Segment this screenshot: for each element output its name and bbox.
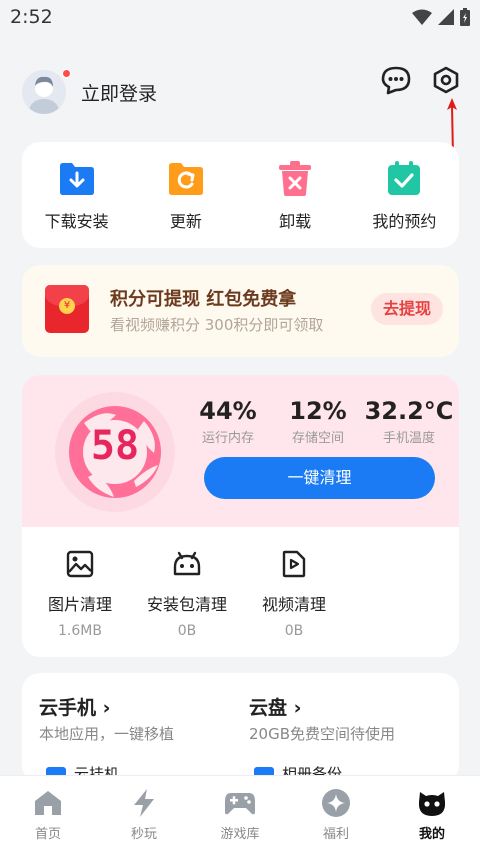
cloud-disk-subtitle: 20GB免费空间待使用 <box>249 725 396 743</box>
cloud-services-card: 云手机 › 本地应用，一键移植 云盘 › 20GB免费空间待使用 云挂机 相册备… <box>22 673 459 783</box>
phone-cleaner-card: 58 44% 运行内存 12% 存储空间 32.2°C 手机温度 一键清理 图片… <box>22 375 459 657</box>
stat-value: 44% <box>199 397 257 425</box>
gamepad-icon <box>195 788 285 818</box>
tab-mine[interactable]: 我的 <box>387 776 477 853</box>
cloud-phone-subtitle: 本地应用，一键移植 <box>39 725 175 743</box>
withdraw-button[interactable]: 去提现 <box>370 293 443 325</box>
clean-item-size: 1.6MB <box>58 623 102 639</box>
quick-action-label: 下载安装 <box>44 211 109 231</box>
tab-label: 秒玩 <box>130 827 157 842</box>
settings-hexagon-icon <box>433 66 459 94</box>
stat-label: 运行内存 <box>201 431 254 446</box>
quick-action-label: 我的预约 <box>372 211 437 231</box>
cloud-disk-link[interactable]: 云盘 › <box>249 693 301 720</box>
android-icon <box>137 549 237 579</box>
update-button[interactable]: 更新 <box>136 159 236 232</box>
quick-actions-card: 下载安装 更新 卸载 我的预约 <box>22 142 459 248</box>
coin-icon: ¥ <box>59 298 75 314</box>
download-install-button[interactable]: 下载安装 <box>27 159 127 232</box>
tab-label: 我的 <box>418 827 445 842</box>
signal-icon <box>438 9 454 25</box>
tab-label: 游戏库 <box>220 827 260 842</box>
stat-value: 12% <box>289 397 347 425</box>
tab-label: 福利 <box>322 827 349 842</box>
red-envelope-icon: ¥ <box>45 285 89 333</box>
user-avatar-icon <box>22 70 66 114</box>
apk-clean-item[interactable]: 安装包清理 0B <box>137 549 237 639</box>
storage-stat: 12% 存储空间 <box>278 397 358 446</box>
clean-item-size: 0B <box>177 623 197 639</box>
trash-icon <box>276 159 314 197</box>
clean-item-size: 0B <box>284 623 304 639</box>
clean-item-label: 安装包清理 <box>146 595 227 614</box>
quick-action-label: 卸载 <box>279 211 312 231</box>
uninstall-button[interactable]: 卸载 <box>245 159 345 232</box>
chat-bubble-icon <box>381 66 411 95</box>
my-reservations-button[interactable]: 我的预约 <box>354 159 454 232</box>
tab-instant-play[interactable]: 秒玩 <box>99 776 189 853</box>
status-time: 2:52 <box>10 6 53 28</box>
tab-home[interactable]: 首页 <box>3 776 93 853</box>
image-icon <box>30 549 130 579</box>
home-icon <box>3 788 93 818</box>
avatar[interactable] <box>22 70 66 114</box>
settings-button[interactable] <box>426 60 466 100</box>
cleaner-summary: 58 44% 运行内存 12% 存储空间 32.2°C 手机温度 一键清理 <box>22 375 459 527</box>
stat-label: 手机温度 <box>382 431 435 446</box>
status-bar: 2:52 <box>0 0 480 34</box>
memory-stat: 44% 运行内存 <box>188 397 268 446</box>
wifi-icon <box>412 9 432 25</box>
quick-action-label: 更新 <box>169 211 202 231</box>
mascot-icon <box>387 788 477 818</box>
temperature-stat: 32.2°C 手机温度 <box>364 397 454 446</box>
video-clean-item[interactable]: 视频清理 0B <box>244 549 344 639</box>
points-promo-banner[interactable]: ¥ 积分可提现 红包免费拿 看视频赚积分 300积分即可领取 去提现 <box>22 265 459 357</box>
stat-value: 32.2°C <box>364 397 454 425</box>
health-score: 58 <box>90 423 140 469</box>
bottom-tab-bar: 首页 秒玩 游戏库 福利 我的 <box>0 775 480 853</box>
download-folder-icon <box>58 159 96 197</box>
clean-item-label: 图片清理 <box>47 595 112 614</box>
promo-subtitle: 看视频赚积分 300积分即可领取 <box>110 316 324 334</box>
video-file-icon <box>244 549 344 579</box>
tab-benefits[interactable]: 福利 <box>291 776 381 853</box>
update-folder-icon <box>167 159 205 197</box>
system-icons <box>412 8 470 26</box>
tab-label: 首页 <box>34 827 61 842</box>
lightning-icon <box>99 788 189 818</box>
one-key-clean-button[interactable]: 一键清理 <box>204 457 435 499</box>
login-link[interactable]: 立即登录 <box>81 79 157 106</box>
notification-dot <box>62 69 71 78</box>
calendar-check-icon <box>385 159 423 197</box>
stat-label: 存储空间 <box>291 431 344 446</box>
clean-item-label: 视频清理 <box>261 595 326 614</box>
cloud-phone-link[interactable]: 云手机 › <box>39 693 110 720</box>
profile-header: 立即登录 <box>0 60 480 124</box>
star-badge-icon <box>291 788 381 818</box>
image-clean-item[interactable]: 图片清理 1.6MB <box>30 549 130 639</box>
battery-icon <box>460 8 470 26</box>
tab-game-library[interactable]: 游戏库 <box>195 776 285 853</box>
message-button[interactable] <box>376 60 416 100</box>
promo-title: 积分可提现 红包免费拿 <box>110 289 297 310</box>
